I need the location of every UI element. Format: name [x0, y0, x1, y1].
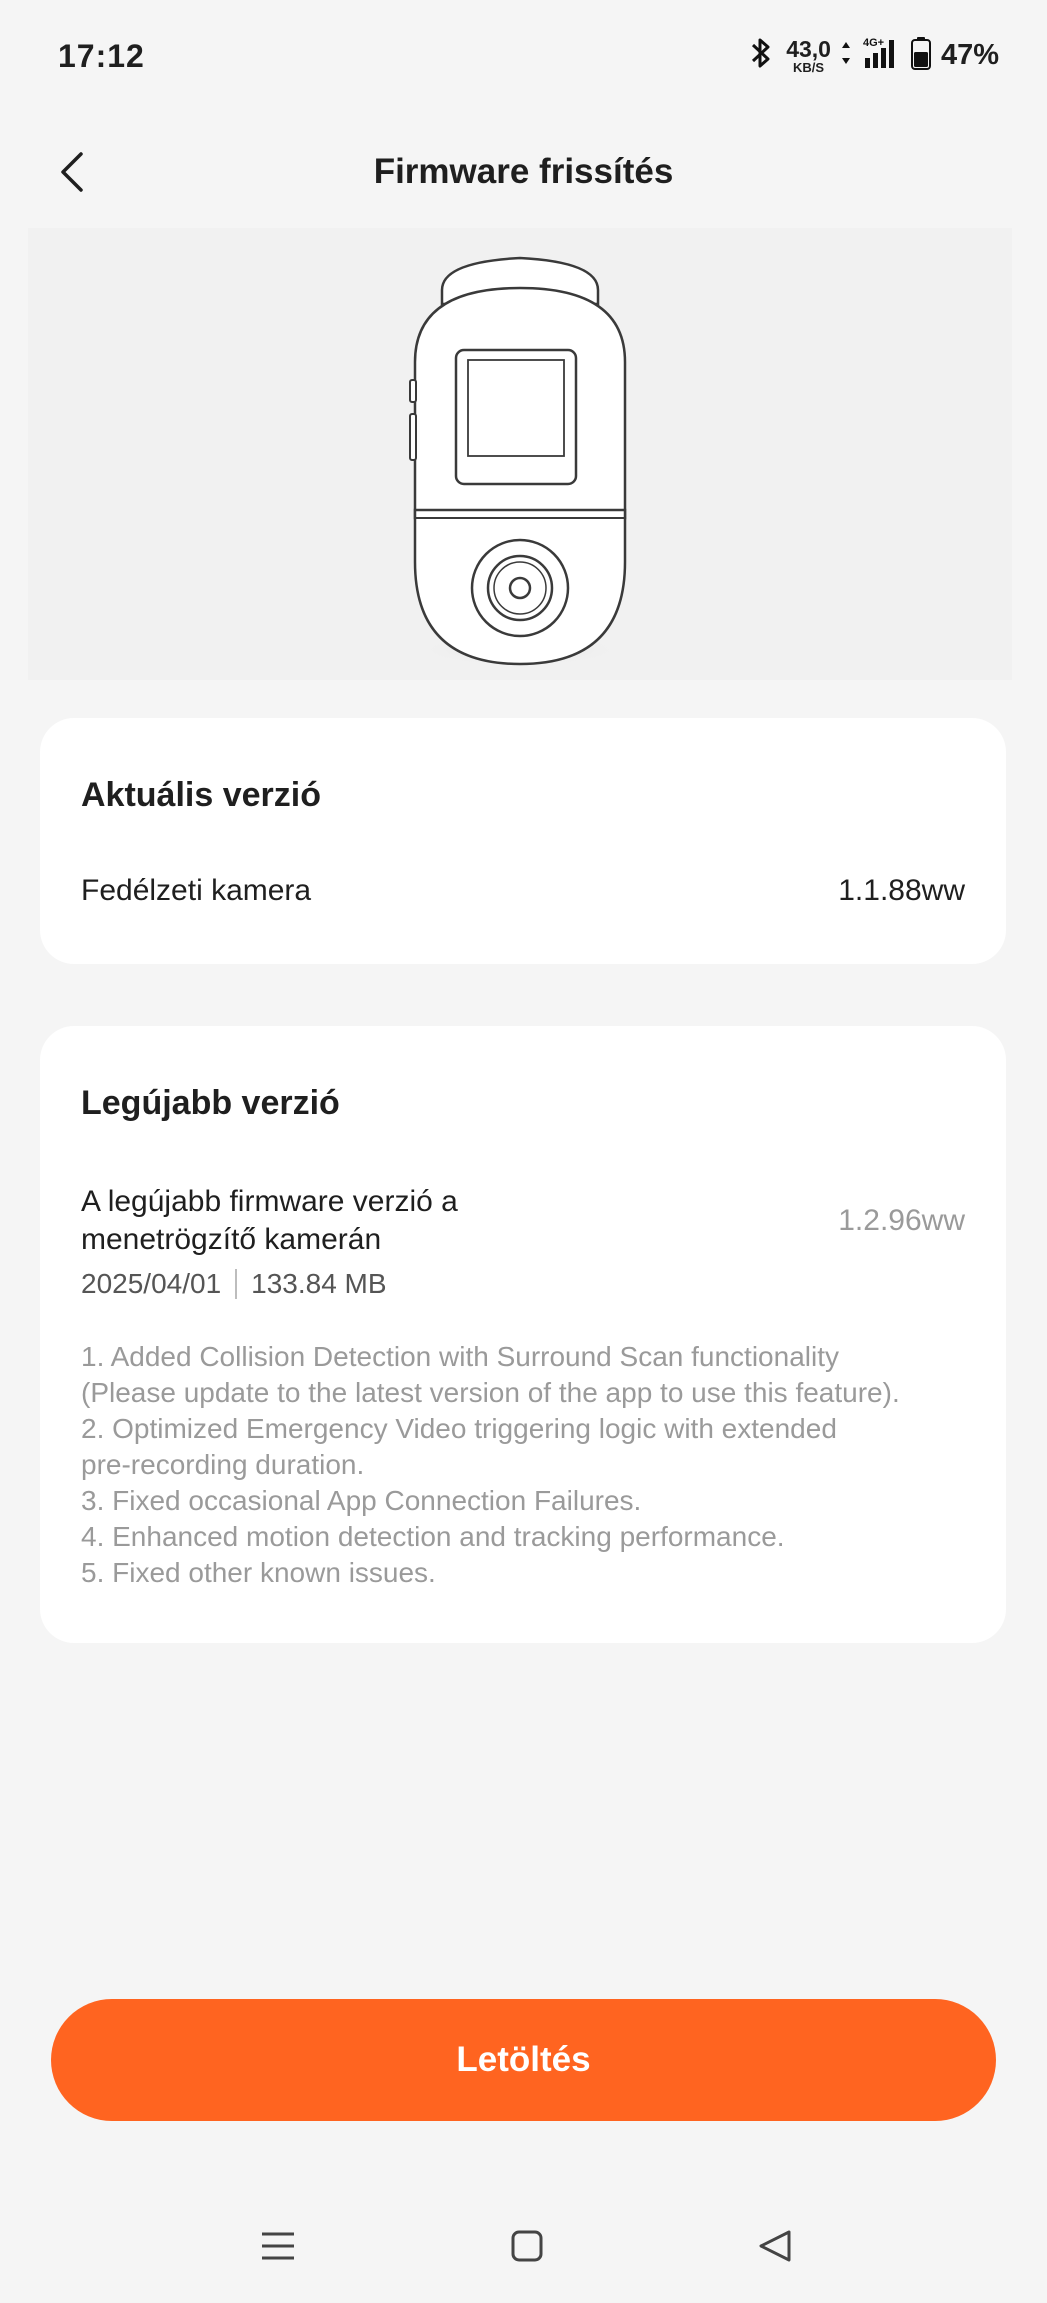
latest-version-meta: 2025/04/01 133.84 MB: [81, 1268, 387, 1300]
latest-version-title: Legújabb verzió: [81, 1084, 340, 1122]
system-navigation-bar: [0, 2210, 1047, 2280]
current-device-label: Fedélzeti kamera: [81, 874, 312, 907]
download-button[interactable]: Letöltés: [51, 1999, 996, 2121]
status-bar: 17:12 43,0 KB/S 4G+ 47%: [0, 0, 1047, 115]
release-note-line: 1. Added Collision Detection with Surrou…: [81, 1341, 839, 1372]
release-date: 2025/04/01: [81, 1268, 222, 1299]
current-version-value: 1.1.88ww: [838, 874, 965, 907]
data-transfer-icon: [841, 40, 851, 71]
release-note-line: 3. Fixed occasional App Connection Failu…: [81, 1485, 642, 1516]
bluetooth-icon: [750, 36, 772, 75]
firmware-size: 133.84 MB: [251, 1268, 387, 1299]
page-title: Firmware frissítés: [373, 152, 674, 191]
battery-percent: 47%: [940, 39, 999, 71]
latest-version-description: A legújabb firmware verzió a menetrögzít…: [81, 1185, 458, 1256]
app-header: Firmware frissítés: [0, 130, 1047, 218]
triangle-back-icon: [757, 2229, 793, 2268]
release-notes: 1. Added Collision Detection with Surrou…: [81, 1339, 981, 1591]
release-note-line: 2. Optimized Emergency Video triggering …: [81, 1413, 837, 1444]
current-version-card: Aktuális verzió Fedélzeti kamera 1.1.88w…: [40, 718, 1006, 964]
signal-icon: 4G+: [861, 36, 901, 75]
dashcam-illustration: [390, 232, 650, 677]
release-note-line: 5. Fixed other known issues.: [81, 1557, 436, 1588]
menu-button[interactable]: [248, 2218, 308, 2278]
battery-icon: [910, 36, 931, 75]
current-version-title: Aktuális verzió: [81, 776, 321, 814]
home-button[interactable]: [497, 2218, 557, 2278]
device-illustration-area: [28, 228, 1012, 680]
release-note-line: 4. Enhanced motion detection and trackin…: [81, 1521, 785, 1552]
status-icons: 43,0 KB/S 4G+ 47%: [750, 36, 999, 75]
release-note-line: pre-recording duration.: [81, 1449, 365, 1480]
svg-text:4G+: 4G+: [863, 37, 884, 49]
home-square-icon: [510, 2229, 544, 2268]
firmware-update-screen: 17:12 43,0 KB/S 4G+ 47% Firmware frissít…: [0, 0, 1047, 2303]
menu-icon: [260, 2229, 296, 2268]
release-note-line: (Please update to the latest version of …: [81, 1377, 900, 1408]
meta-divider: [235, 1269, 238, 1299]
system-back-button[interactable]: [745, 2218, 805, 2278]
latest-version-card: Legújabb verzió A legújabb firmware verz…: [40, 1026, 1006, 1643]
latest-version-value: 1.2.96ww: [838, 1204, 965, 1237]
status-time: 17:12: [58, 38, 145, 74]
network-speed: 43,0 KB/S: [786, 35, 831, 75]
